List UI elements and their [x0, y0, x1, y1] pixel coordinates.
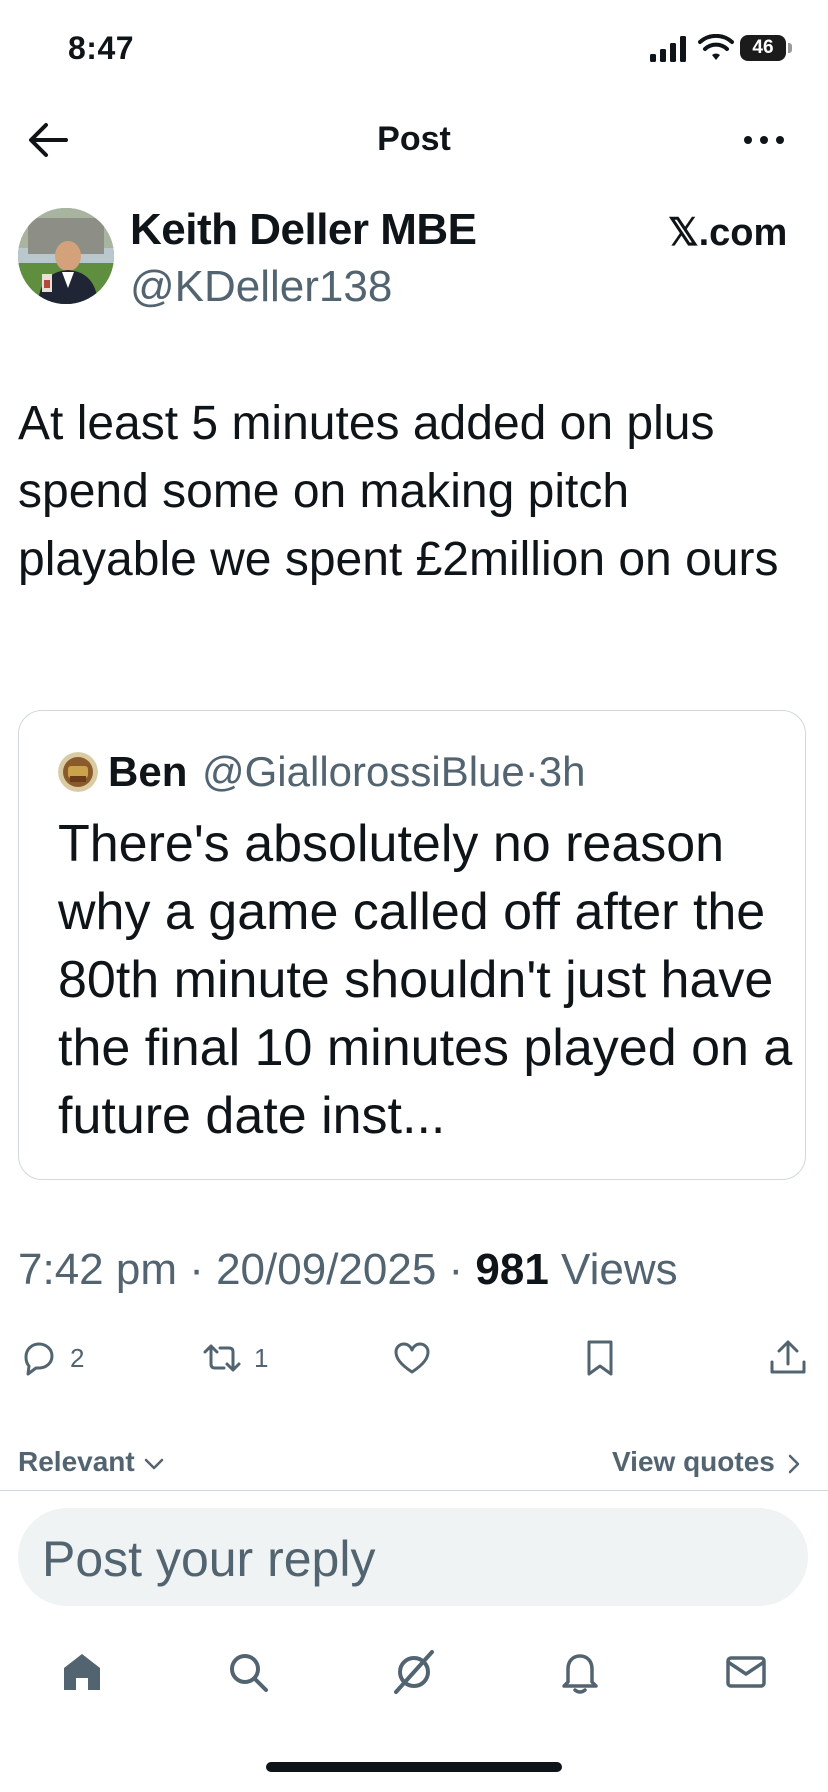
chevron-down-icon	[144, 1458, 163, 1469]
bookmark-icon	[587, 1340, 613, 1376]
home-icon[interactable]	[58, 1648, 106, 1696]
view-quotes-label: View quotes	[612, 1446, 775, 1477]
mail-icon[interactable]	[722, 1648, 770, 1696]
quote-text: There's absolutely no reason why a game …	[58, 815, 793, 1145]
quote-handle-time: @GiallorossiBlue·3h	[202, 748, 586, 795]
view-quotes-link[interactable]: View quotes	[612, 1446, 805, 1478]
reply-count: 2	[70, 1342, 85, 1373]
bookmark-button[interactable]	[580, 1338, 620, 1378]
quote-author-name: Ben	[108, 748, 188, 795]
views-label: Views	[548, 1245, 678, 1294]
reply-button[interactable]: 2	[18, 1338, 84, 1378]
views-count: 981	[475, 1245, 549, 1294]
source-label: 𝕏.com	[668, 212, 788, 254]
post-meta: 7:42 pm · 20/09/2025 · 981 Views	[18, 1245, 678, 1295]
status-time: 8:47	[68, 30, 135, 66]
repost-button[interactable]: 1	[202, 1338, 268, 1378]
sort-dropdown[interactable]: Relevant	[18, 1446, 165, 1478]
battery-tip	[788, 43, 792, 53]
search-icon[interactable]	[224, 1648, 272, 1696]
share-icon	[770, 1340, 806, 1374]
sort-label: Relevant	[18, 1446, 135, 1477]
home-indicator	[266, 1762, 562, 1772]
page-title: Post	[377, 120, 451, 158]
author-name[interactable]: Keith Deller MBE	[130, 205, 477, 255]
more-icon[interactable]	[740, 120, 788, 160]
divider	[0, 1490, 828, 1491]
repost-icon	[203, 1344, 241, 1372]
share-button[interactable]	[768, 1338, 808, 1378]
repost-count: 1	[254, 1342, 269, 1373]
avatar[interactable]	[18, 208, 114, 304]
battery-level: 46	[752, 37, 774, 58]
author-handle[interactable]: @KDeller138	[130, 262, 392, 312]
bell-icon[interactable]	[556, 1648, 604, 1696]
grok-icon[interactable]	[390, 1648, 438, 1696]
wifi-icon	[698, 34, 734, 60]
quote-avatar	[58, 752, 98, 792]
post-timestamp: 7:42 pm · 20/09/2025 ·	[18, 1245, 476, 1294]
signal-icon	[650, 36, 686, 62]
reply-placeholder: Post your reply	[42, 1531, 376, 1587]
battery-icon: 46	[740, 35, 786, 61]
like-button[interactable]	[392, 1338, 432, 1378]
reply-icon	[24, 1342, 54, 1376]
heart-icon	[394, 1342, 430, 1374]
chevron-right-icon	[788, 1454, 799, 1473]
tweet-text: At least 5 minutes added on plus spend s…	[18, 397, 779, 586]
